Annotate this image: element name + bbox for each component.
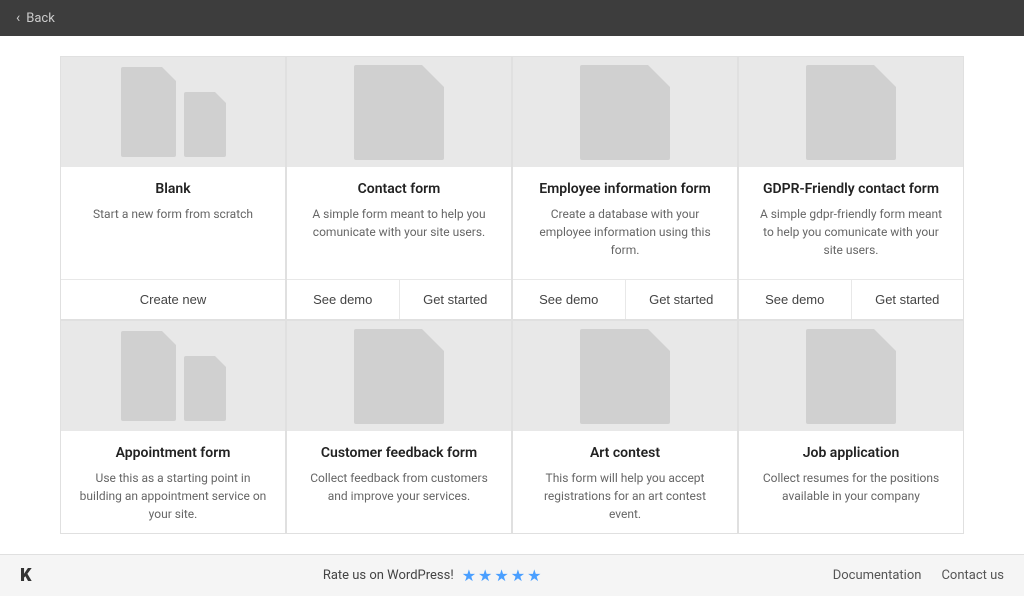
template-desc-appointment: Use this as a starting point in building…: [77, 469, 269, 523]
contact-us-link[interactable]: Contact us: [941, 568, 1004, 583]
template-card-gdpr: GDPR-Friendly contact form A simple gdpr…: [738, 56, 964, 320]
footer-logo: K: [20, 565, 32, 586]
template-grid-row2: Appointment form Use this as a starting …: [60, 320, 964, 534]
template-preview-appointment: [61, 321, 285, 431]
template-name-blank: Blank: [77, 181, 269, 197]
main-content: Blank Start a new form from scratch Crea…: [0, 36, 1024, 534]
template-name-contact: Contact form: [303, 181, 495, 197]
template-name-appointment: Appointment form: [77, 445, 269, 461]
template-desc-gdpr: A simple gdpr-friendly form meant to hel…: [755, 205, 947, 259]
template-info-blank: Blank Start a new form from scratch: [61, 167, 285, 269]
template-name-employee: Employee information form: [529, 181, 721, 197]
template-actions-gdpr: See demo Get started: [739, 279, 963, 319]
template-preview-gdpr: [739, 57, 963, 167]
get-started-contact-button[interactable]: Get started: [400, 280, 512, 319]
template-desc-blank: Start a new form from scratch: [77, 205, 269, 223]
template-desc-job: Collect resumes for the positions availa…: [755, 469, 947, 505]
template-info-job: Job application Collect resumes for the …: [739, 431, 963, 533]
star-4: ★: [511, 566, 525, 585]
template-preview-art: [513, 321, 737, 431]
job-form-icon: [806, 329, 896, 424]
template-info-gdpr: GDPR-Friendly contact form A simple gdpr…: [739, 167, 963, 269]
back-label: Back: [26, 11, 55, 26]
create-new-button[interactable]: Create new: [61, 280, 285, 319]
get-started-gdpr-button[interactable]: Get started: [852, 280, 964, 319]
template-card-appointment: Appointment form Use this as a starting …: [60, 320, 286, 534]
template-card-art: Art contest This form will help you acce…: [512, 320, 738, 534]
appointment-shape-small: [184, 356, 226, 421]
get-started-employee-button[interactable]: Get started: [626, 280, 738, 319]
template-preview-feedback: [287, 321, 511, 431]
see-demo-employee-button[interactable]: See demo: [513, 280, 626, 319]
template-name-job: Job application: [755, 445, 947, 461]
back-button[interactable]: ‹ Back: [16, 10, 55, 26]
template-info-feedback: Customer feedback form Collect feedback …: [287, 431, 511, 533]
rating-label: Rate us on WordPress!: [323, 568, 454, 583]
template-card-contact: Contact form A simple form meant to help…: [286, 56, 512, 320]
blank-preview-shapes: [121, 67, 226, 157]
template-rows: Blank Start a new form from scratch Crea…: [60, 56, 964, 534]
template-desc-feedback: Collect feedback from customers and impr…: [303, 469, 495, 505]
blank-shape-small: [184, 92, 226, 157]
template-actions-contact: See demo Get started: [287, 279, 511, 319]
template-name-feedback: Customer feedback form: [303, 445, 495, 461]
template-name-art: Art contest: [529, 445, 721, 461]
template-actions-blank: Create new: [61, 279, 285, 319]
template-card-job: Job application Collect resumes for the …: [738, 320, 964, 534]
star-3: ★: [494, 566, 508, 585]
documentation-link[interactable]: Documentation: [833, 568, 922, 583]
template-preview-contact: [287, 57, 511, 167]
topbar: ‹ Back: [0, 0, 1024, 36]
contact-form-icon: [354, 65, 444, 160]
appointment-shape-tall: [121, 331, 176, 421]
see-demo-contact-button[interactable]: See demo: [287, 280, 400, 319]
template-card-feedback: Customer feedback form Collect feedback …: [286, 320, 512, 534]
footer: K Rate us on WordPress! ★ ★ ★ ★ ★ Docume…: [0, 554, 1024, 596]
footer-links: Documentation Contact us: [833, 568, 1004, 583]
template-info-employee: Employee information form Create a datab…: [513, 167, 737, 269]
blank-shape-tall: [121, 67, 176, 157]
star-5: ★: [527, 566, 541, 585]
footer-rating: Rate us on WordPress! ★ ★ ★ ★ ★: [323, 566, 542, 585]
gdpr-form-icon: [806, 65, 896, 160]
template-actions-employee: See demo Get started: [513, 279, 737, 319]
template-info-appointment: Appointment form Use this as a starting …: [61, 431, 285, 533]
template-grid-row1: Blank Start a new form from scratch Crea…: [60, 56, 964, 320]
template-preview-employee: [513, 57, 737, 167]
employee-form-icon: [580, 65, 670, 160]
star-2: ★: [478, 566, 492, 585]
template-desc-art: This form will help you accept registrat…: [529, 469, 721, 523]
template-info-art: Art contest This form will help you acce…: [513, 431, 737, 533]
art-form-icon: [580, 329, 670, 424]
appointment-preview-shapes: [121, 331, 226, 421]
template-preview-job: [739, 321, 963, 431]
template-desc-employee: Create a database with your employee inf…: [529, 205, 721, 259]
back-arrow-icon: ‹: [16, 10, 20, 26]
template-name-gdpr: GDPR-Friendly contact form: [755, 181, 947, 197]
template-card-blank: Blank Start a new form from scratch Crea…: [60, 56, 286, 320]
star-rating[interactable]: ★ ★ ★ ★ ★: [462, 566, 542, 585]
template-card-employee: Employee information form Create a datab…: [512, 56, 738, 320]
star-1: ★: [462, 566, 476, 585]
template-preview-blank: [61, 57, 285, 167]
template-desc-contact: A simple form meant to help you comunica…: [303, 205, 495, 241]
feedback-form-icon: [354, 329, 444, 424]
see-demo-gdpr-button[interactable]: See demo: [739, 280, 852, 319]
template-info-contact: Contact form A simple form meant to help…: [287, 167, 511, 269]
